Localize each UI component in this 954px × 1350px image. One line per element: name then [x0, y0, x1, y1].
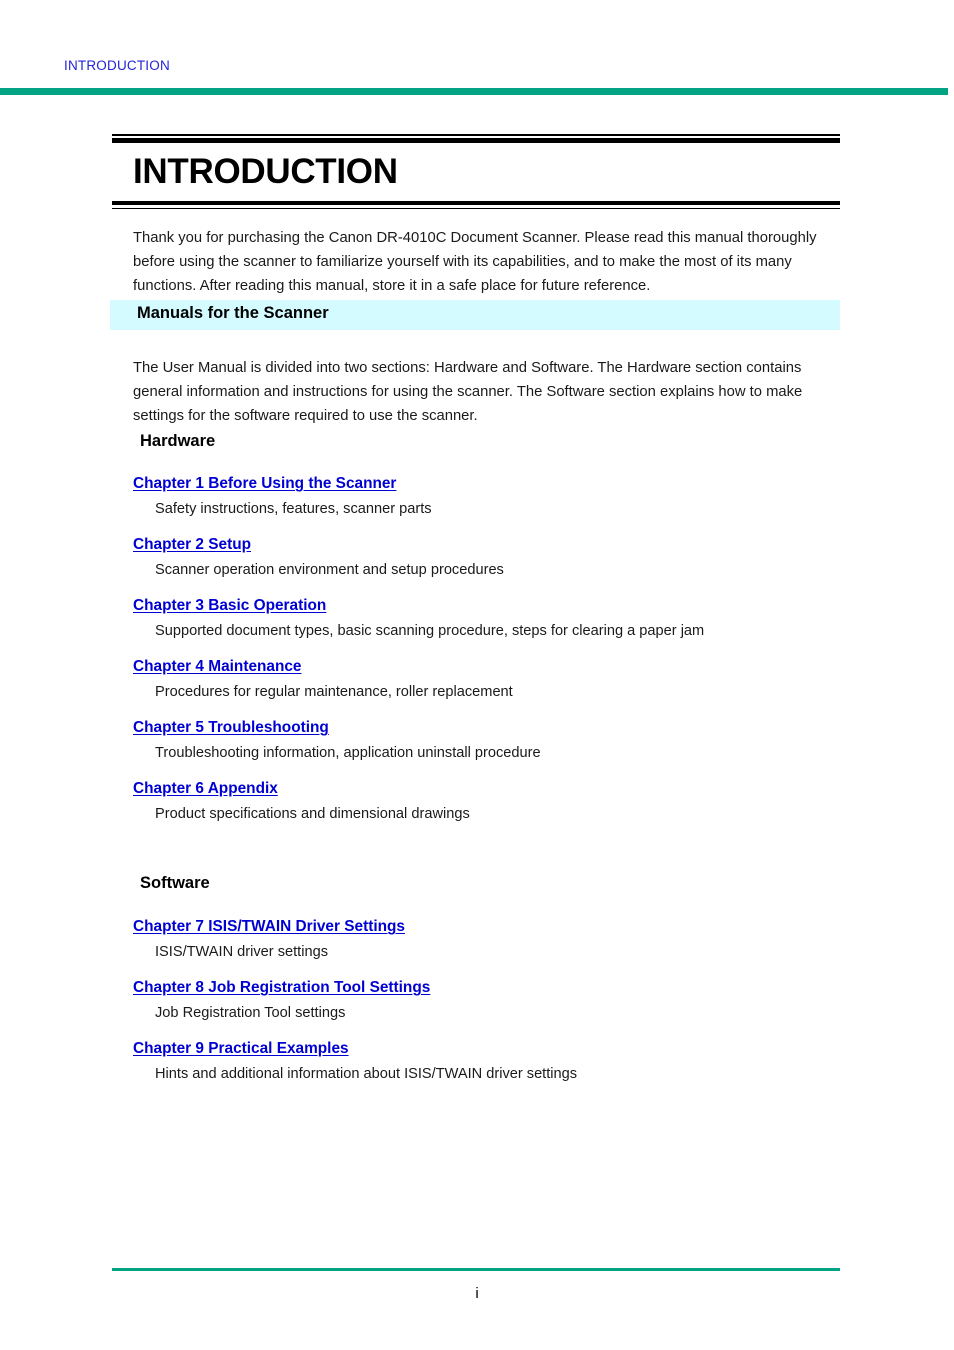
chapter-link-6[interactable]: Chapter 6 Appendix: [133, 779, 278, 799]
subsection-heading-hardware: Hardware: [140, 432, 216, 450]
manuals-paragraph: The User Manual is divided into two sect…: [133, 359, 803, 425]
chapter-link-9[interactable]: Chapter 9 Practical Examples: [133, 1039, 349, 1059]
chapter-entry: Chapter 8 Job Registration Tool Settings…: [133, 978, 853, 1023]
chapter-entry: Chapter 3 Basic Operation Supported docu…: [133, 596, 853, 641]
chapter-entry: Chapter 6 Appendix Product specification…: [133, 779, 853, 824]
chapter-description-4: Procedures for regular maintenance, roll…: [155, 684, 513, 700]
chapter-description-6: Product specifications and dimensional d…: [155, 806, 470, 822]
document-page: INTRODUCTION INTRODUCTION Thank you for …: [0, 0, 954, 1350]
chapter-link-5[interactable]: Chapter 5 Troubleshooting: [133, 718, 329, 738]
chapter-list-hardware: Chapter 1 Before Using the Scanner Safet…: [133, 474, 853, 824]
section-heading-manuals-for-the-scanner: Manuals for the Scanner: [137, 304, 329, 322]
footer-accent-rule: [112, 1268, 840, 1272]
chapter-entry: Chapter 2 Setup Scanner operation enviro…: [133, 535, 853, 580]
chapter-link-2[interactable]: Chapter 2 Setup: [133, 535, 251, 555]
chapter-entry: Chapter 4 Maintenance Procedures for reg…: [133, 657, 853, 702]
chapter-link-1[interactable]: Chapter 1 Before Using the Scanner: [133, 474, 396, 494]
chapter-link-7[interactable]: Chapter 7 ISIS/TWAIN Driver Settings: [133, 917, 405, 937]
chapter-title-block: INTRODUCTION: [112, 134, 840, 210]
chapter-description-5: Troubleshooting information, application…: [155, 745, 541, 761]
chapter-link-4[interactable]: Chapter 4 Maintenance: [133, 657, 302, 677]
chapter-link-8[interactable]: Chapter 8 Job Registration Tool Settings: [133, 978, 430, 998]
chapter-link-3[interactable]: Chapter 3 Basic Operation: [133, 596, 326, 616]
chapter-description-7: ISIS/TWAIN driver settings: [155, 944, 329, 960]
page-title: INTRODUCTION: [133, 151, 398, 191]
chapter-entry: Chapter 7 ISIS/TWAIN Driver Settings ISI…: [133, 917, 853, 962]
chapter-entry: Chapter 1 Before Using the Scanner Safet…: [133, 474, 853, 519]
title-rule-bottom-thin: [112, 207, 840, 210]
page-number: i: [475, 1285, 479, 1302]
chapter-entry: Chapter 9 Practical Examples Hints and a…: [133, 1039, 853, 1084]
chapter-description-3: Supported document types, basic scanning…: [155, 623, 705, 639]
chapter-entry: Chapter 5 Troubleshooting Troubleshootin…: [133, 718, 853, 763]
header-accent-rule: [0, 88, 948, 95]
chapter-description-9: Hints and additional information about I…: [155, 1066, 578, 1082]
title-rule-bottom-thick: [112, 200, 840, 206]
chapter-description-2: Scanner operation environment and setup …: [155, 562, 504, 578]
running-header: INTRODUCTION: [64, 58, 170, 73]
chapter-description-1: Safety instructions, features, scanner p…: [155, 501, 432, 517]
subsection-heading-software: Software: [140, 874, 210, 892]
title-rule-top-thin: [112, 134, 840, 136]
intro-paragraph: Thank you for purchasing the Canon DR-40…: [133, 229, 817, 295]
chapter-description-8: Job Registration Tool settings: [155, 1005, 346, 1021]
chapter-list-software: Chapter 7 ISIS/TWAIN Driver Settings ISI…: [133, 917, 853, 1084]
